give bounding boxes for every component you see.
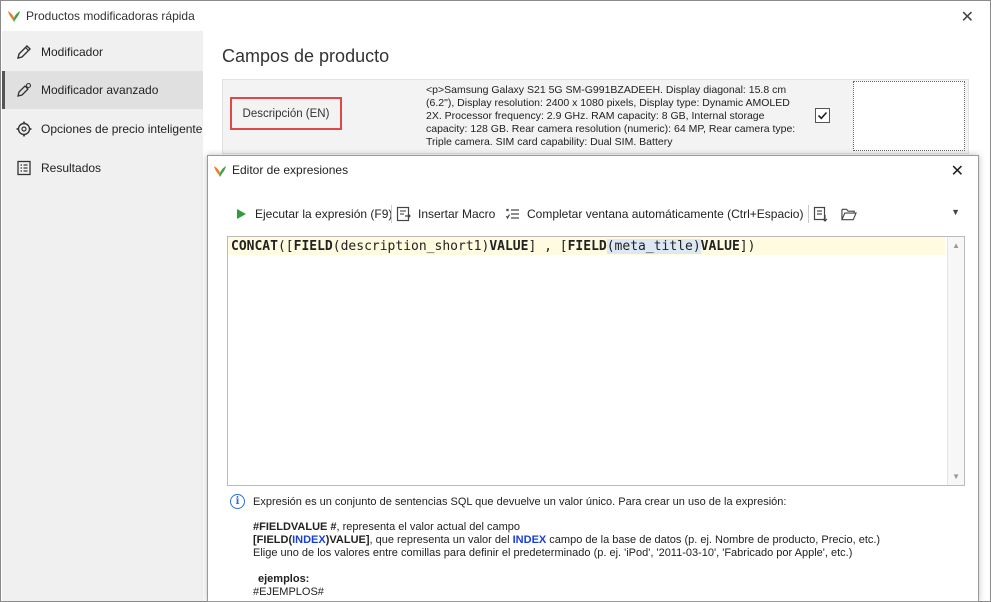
sidebar-item-opciones-precio[interactable]: Opciones de precio inteligente: [2, 110, 203, 148]
sidebar: Modificador Modificador avanzado Opcione…: [2, 31, 203, 601]
autocomplete-button[interactable]: Completar ventana automáticamente (Ctrl+…: [505, 204, 803, 224]
help-text-span: , que representa un valor del: [369, 534, 513, 546]
sidebar-item-label: Modificador: [41, 45, 104, 59]
help-intro-text: Expresión es un conjunto de sentencias S…: [253, 495, 787, 508]
sidebar-item-modificador[interactable]: Modificador: [2, 33, 203, 71]
sidebar-item-label: Resultados: [41, 161, 102, 175]
info-icon: i: [230, 494, 245, 509]
help-examples-value: #EJEMPLOS#: [253, 586, 324, 598]
help-examples-label: ejemplos:: [258, 573, 309, 585]
help-index-token: INDEX: [292, 534, 326, 546]
app-logo-icon: [8, 11, 20, 22]
editor-toolbar: Ejecutar la expresión (F9) Insertar Macr…: [208, 200, 978, 228]
expression-editor[interactable]: CONCAT([FIELD(description_short1)VALUE] …: [227, 236, 965, 486]
edit-gear-icon: [16, 82, 32, 98]
window-close-icon[interactable]: ✕: [961, 7, 974, 27]
toolbar-separator: [391, 205, 392, 223]
toolbar-separator: [808, 205, 809, 223]
export-button[interactable]: [813, 204, 835, 224]
toolbar-dropdown-icon[interactable]: ▼: [951, 207, 960, 217]
code-keyword: CONCAT: [231, 239, 278, 254]
autocomplete-label: Completar ventana automáticamente (Ctrl+…: [527, 207, 804, 221]
expression-editor-dialog: Editor de expresiones ✕ Ejecutar la expr…: [207, 155, 979, 602]
checkmark-icon: [817, 111, 828, 120]
field-label[interactable]: Descripción (EN): [230, 97, 342, 130]
help-text-span: campo de la base de datos (p. ej. Nombre…: [546, 534, 881, 546]
sidebar-item-resultados[interactable]: Resultados: [2, 149, 203, 187]
help-token: #FIELDVALUE #: [253, 521, 337, 533]
page-title: Campos de producto: [222, 46, 390, 66]
code-text: (description_short1): [332, 239, 490, 254]
sidebar-item-label: Opciones de precio inteligente: [41, 122, 203, 136]
field-checkbox[interactable]: [815, 108, 830, 123]
pencil-icon: [16, 44, 32, 60]
code-keyword: VALUE: [700, 239, 740, 254]
help-index-token: INDEX: [512, 534, 547, 546]
titlebar: Productos modificadoras rápida ✕: [1, 1, 990, 31]
run-expression-label: Ejecutar la expresión (F9): [255, 207, 393, 221]
insert-macro-label: Insertar Macro: [418, 207, 496, 221]
code-selection: (meta_title): [606, 239, 701, 254]
help-examples-heading: ejemplos:: [258, 573, 310, 585]
field-value[interactable]: <p>Samsung Galaxy S21 5G SM-G991BZADEEH.…: [426, 84, 806, 149]
help-line-fieldvalue: #FIELDVALUE #, representa el valor actua…: [253, 521, 520, 533]
code-keyword: FIELD: [567, 239, 607, 254]
help-token: [FIELD(: [253, 534, 293, 546]
sidebar-item-label: Modificador avanzado: [41, 83, 159, 97]
code-text: ] , [: [528, 239, 568, 254]
code-keyword: VALUE: [489, 239, 529, 254]
scroll-up-arrow-icon[interactable]: ▲: [952, 241, 960, 250]
help-line-default: Elige uno de los valores entre comillas …: [253, 547, 853, 559]
dialog-titlebar: Editor de expresiones ✕: [208, 156, 978, 184]
run-expression-button[interactable]: Ejecutar la expresión (F9): [233, 204, 392, 224]
help-intro: i Expresión es un conjunto de sentencias…: [230, 494, 786, 509]
help-line-field: [FIELD(INDEX)VALUE], que representa un v…: [253, 534, 880, 546]
field-row: Descripción (EN) <p>Samsung Galaxy S21 5…: [222, 79, 969, 154]
window-title: Productos modificadoras rápida: [26, 9, 195, 23]
open-folder-button[interactable]: [841, 204, 863, 224]
folder-open-icon: [841, 206, 857, 222]
dialog-title: Editor de expresiones: [232, 163, 349, 177]
autocomplete-icon: [505, 206, 521, 222]
help-text-span: , representa el valor actual del campo: [336, 521, 520, 533]
code-text: ([: [277, 239, 294, 254]
export-list-icon: [813, 206, 829, 222]
play-icon: [233, 206, 249, 222]
help-token: )VALUE]: [325, 534, 370, 546]
expression-code[interactable]: CONCAT([FIELD(description_short1)VALUE] …: [231, 239, 755, 254]
sidebar-item-modificador-avanzado[interactable]: Modificador avanzado: [2, 71, 203, 109]
insert-macro-button[interactable]: Insertar Macro: [396, 204, 495, 224]
code-keyword: FIELD: [293, 239, 333, 254]
app-logo-icon: [214, 166, 226, 177]
code-text: ]): [739, 239, 756, 254]
field-new-value-box[interactable]: [853, 81, 965, 151]
macro-icon: [396, 206, 412, 222]
price-gear-icon: [16, 121, 32, 137]
list-icon: [16, 160, 32, 176]
dialog-close-icon[interactable]: ✕: [951, 161, 964, 181]
scroll-down-arrow-icon[interactable]: ▼: [952, 472, 960, 481]
editor-scrollbar[interactable]: ▲ ▼: [947, 237, 964, 485]
